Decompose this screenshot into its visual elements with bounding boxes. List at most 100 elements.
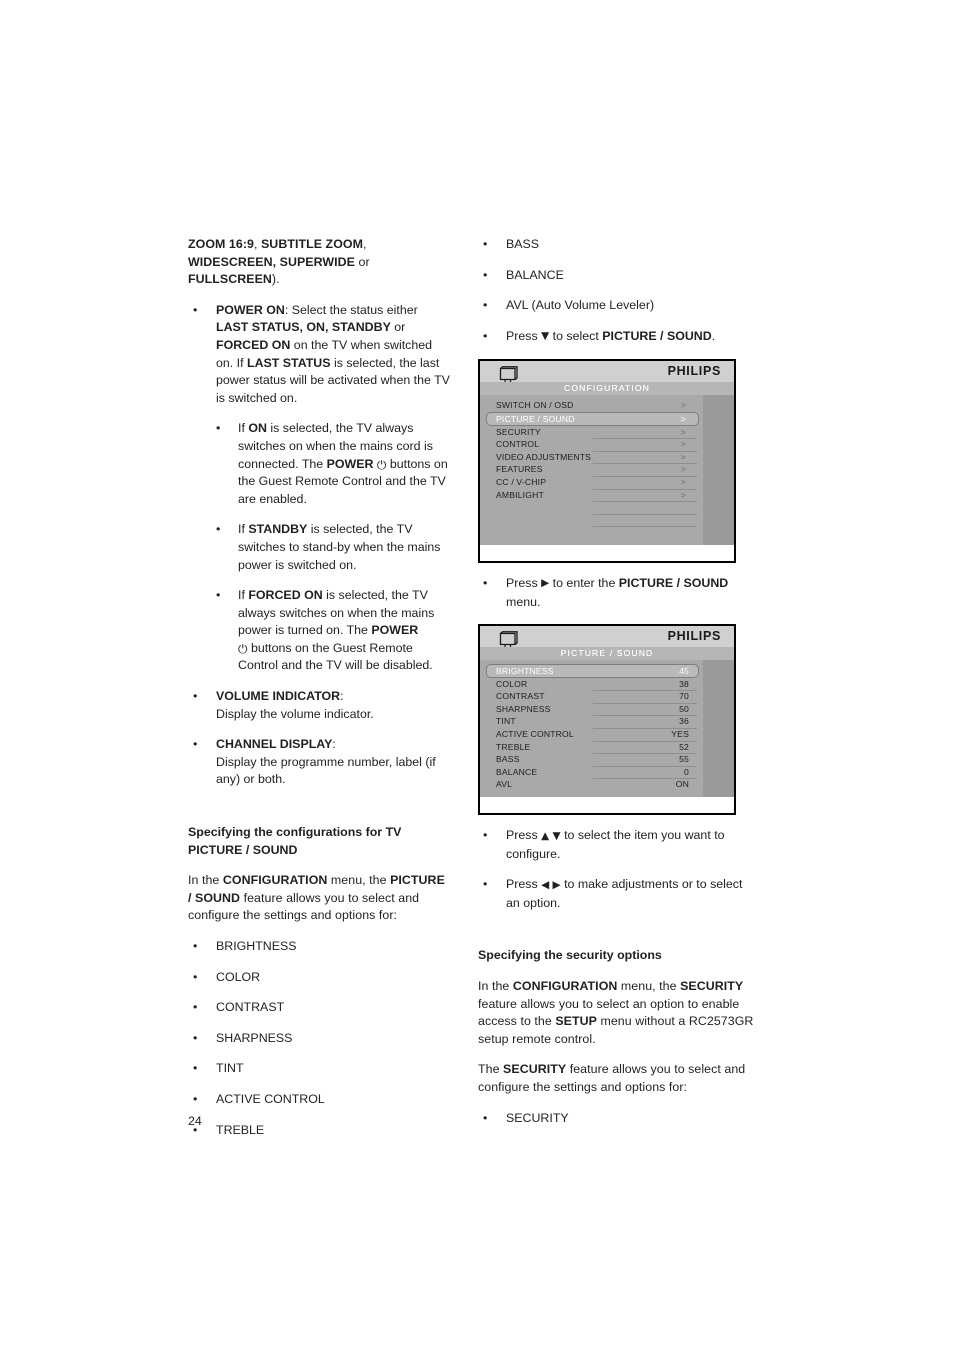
osd-menu-item[interactable]: VIDEO ADJUSTMENTS > <box>487 450 699 464</box>
osd-row-separator <box>593 765 697 767</box>
osd-menu-item[interactable]: COLOR 38 <box>487 678 699 691</box>
chevron-right-icon: > <box>680 464 686 475</box>
osd-menu-item[interactable]: CC / V-CHIP > <box>487 475 699 489</box>
emphasised-term: ZOOM 16:9 <box>188 237 254 251</box>
bullet-dot: • <box>483 828 488 843</box>
bullet-dot: • <box>193 302 198 317</box>
power-icon: ⏻ <box>376 457 387 472</box>
osd-menu-item[interactable]: CONTRAST 70 <box>487 690 699 703</box>
emphasised-term: CONFIGURATION <box>512 979 618 993</box>
osd-menu-item[interactable]: FEATURES > <box>487 463 699 476</box>
option-item-label: BALANCE <box>506 267 564 282</box>
osd-row-label: TINT <box>496 716 516 727</box>
bullet-dot: • <box>193 1091 198 1106</box>
right-column: • BASS • BALANCE • AVL (Auto Volume Leveler) … <box>478 236 758 1140</box>
osd-row-value: 45 <box>679 666 689 677</box>
option-item-label: COLOR <box>216 969 261 984</box>
bullet-sub-forced-on: • If FORCED ON is selected, the TV alway… <box>210 587 450 675</box>
osd-menu-item[interactable]: TINT 36 <box>487 715 699 728</box>
osd-menu-item[interactable]: TREBLE 52 <box>487 740 699 754</box>
emphasised-term: SUBTITLE ZOOM <box>260 237 363 251</box>
osd-row-label: BALANCE <box>496 766 538 777</box>
philips-logo: PHILIPS <box>667 364 721 379</box>
osd-row-label: CC / V-CHIP <box>496 476 547 487</box>
osd-menu-item[interactable]: ACTIVE CONTROL YES <box>487 728 699 741</box>
emphasised-term: SETUP <box>555 1014 597 1029</box>
osd-row-separator <box>593 501 697 503</box>
option-item: • BRIGHTNESS <box>188 938 450 956</box>
emphasised-term: CHANNEL DISPLAY <box>216 737 333 752</box>
osd-row-value: 0 <box>684 766 689 777</box>
bullet-dot: • <box>193 1000 198 1015</box>
bullet-power-on: • POWER ON: Select the status either LAS… <box>188 302 450 408</box>
osd-header: PHILIPS PICTURE / SOUND <box>480 626 734 661</box>
osd-row-label: AVL <box>496 779 513 790</box>
chevron-right-icon: > <box>680 476 686 487</box>
osd-row-value: 38 <box>679 678 689 689</box>
osd-row-value: 50 <box>679 703 689 714</box>
osd-menu-item[interactable]: AVL ON <box>487 778 699 791</box>
osd-row-label: SWITCH ON / OSD <box>496 400 574 411</box>
security-option-item: • SECURITY <box>478 1110 758 1128</box>
picture-sound-option-list-continued: • BASS • BALANCE • AVL (Auto Volume Leveler) <box>478 236 758 315</box>
section-intro-paragraph: In the CONFIGURATION menu, the PICTURE /… <box>188 873 445 923</box>
option-item: • BASS <box>478 236 758 254</box>
security-body-paragraph: The SECURITY feature allows you to selec… <box>478 1062 746 1094</box>
osd-menu-item[interactable]: CONTROL > <box>487 438 699 451</box>
bullet-volume-indicator: • VOLUME INDICATOR: Display the volume in… <box>188 688 450 723</box>
osd-screenshot-configuration: PHILIPS CONFIGURATION SWITCH ON / OSD > PI… <box>478 359 736 563</box>
osd-row-label: BRIGHTNESS <box>496 666 554 677</box>
security-option-item-label: SECURITY <box>506 1110 569 1125</box>
osd-row-value: YES <box>671 729 689 740</box>
osd-body: BRIGHTNESS 45 COLOR 38 CONTRAST 70 SHARPNESS 50… <box>480 660 734 798</box>
emphasised-term: FORCED ON <box>216 337 291 352</box>
osd-menu-item[interactable]: PICTURE / SOUND > <box>486 411 699 426</box>
osd-row-label: FEATURES <box>496 464 543 475</box>
osd-menu-item[interactable]: SWITCH ON / OSD > <box>487 399 699 412</box>
bullet-dot: • <box>193 1030 198 1045</box>
bullet-channel-display: • CHANNEL DISPLAY: Display the programme … <box>188 736 450 789</box>
press-leftright-text: Press ◀ ▶ to make adjustments or to sele… <box>506 877 743 910</box>
osd-menu-item[interactable]: BALANCE 0 <box>487 765 699 779</box>
osd-inner: PHILIPS CONFIGURATION SWITCH ON / OSD > PI… <box>480 361 734 561</box>
bullet-press-leftright: • Press ◀ ▶ to make adjustments or to se… <box>478 876 758 912</box>
option-item: • TREBLE <box>188 1122 450 1140</box>
osd-menu-item[interactable]: BRIGHTNESS 45 <box>486 664 699 678</box>
bullet-dot: • <box>483 877 488 892</box>
option-item: • BALANCE <box>478 267 758 285</box>
osd-footer-band <box>480 797 734 814</box>
osd-row-separator <box>593 526 697 528</box>
osd-row-label: CONTROL <box>496 439 540 450</box>
emphasised-term: ON <box>248 421 267 436</box>
osd-menu-item[interactable] <box>487 513 699 527</box>
option-item: • AVL (Auto Volume Leveler) <box>478 297 758 315</box>
chevron-right-icon: > <box>680 451 686 462</box>
chevron-right-icon: > <box>680 439 686 450</box>
left-column: ZOOM 16:9, SUBTITLE ZOOM, WIDESCREEN, SU… <box>188 236 450 1152</box>
emphasised-term: POWER <box>371 623 419 638</box>
picture-sound-option-list: • BRIGHTNESS • COLOR • CONTRAST • SHARPNESS • TIN… <box>188 938 450 1139</box>
arrow-glyph: ◀ ▶ <box>541 878 561 891</box>
option-item-label: SHARPNESS <box>216 1030 293 1045</box>
volume-indicator-text: VOLUME INDICATOR: Display the volume indi… <box>216 689 374 721</box>
intro-continuation-paragraph: ZOOM 16:9, SUBTITLE ZOOM, WIDESCREEN, SU… <box>188 237 370 287</box>
option-item: • SHARPNESS <box>188 1030 450 1048</box>
osd-title: CONFIGURATION <box>564 383 650 394</box>
osd-row-label: COLOR <box>496 678 528 689</box>
bullet-dot: • <box>483 267 488 282</box>
osd-menu-item[interactable]: SECURITY > <box>487 426 699 439</box>
bullet-dot: • <box>216 421 221 436</box>
arrow-glyph: ▼ <box>541 330 550 343</box>
emphasised-term: PICTURE / SOUND <box>602 328 712 343</box>
osd-menu-item[interactable]: AMBILIGHT > <box>487 488 699 502</box>
page-number: 24 <box>188 1114 202 1128</box>
osd-menu-item[interactable] <box>487 501 699 514</box>
osd-menu-item[interactable]: SHARPNESS 50 <box>487 702 699 716</box>
emphasised-term: CONFIGURATION <box>222 873 328 888</box>
bullet-dot: • <box>483 298 488 313</box>
osd-menu-item[interactable]: BASS 55 <box>487 753 699 766</box>
osd-menu-list: SWITCH ON / OSD > PICTURE / SOUND > SECURITY… <box>486 399 699 539</box>
sub-standby-text: If STANDBY is selected, the TV switches … <box>238 522 441 572</box>
osd-menu-item[interactable] <box>487 526 699 539</box>
